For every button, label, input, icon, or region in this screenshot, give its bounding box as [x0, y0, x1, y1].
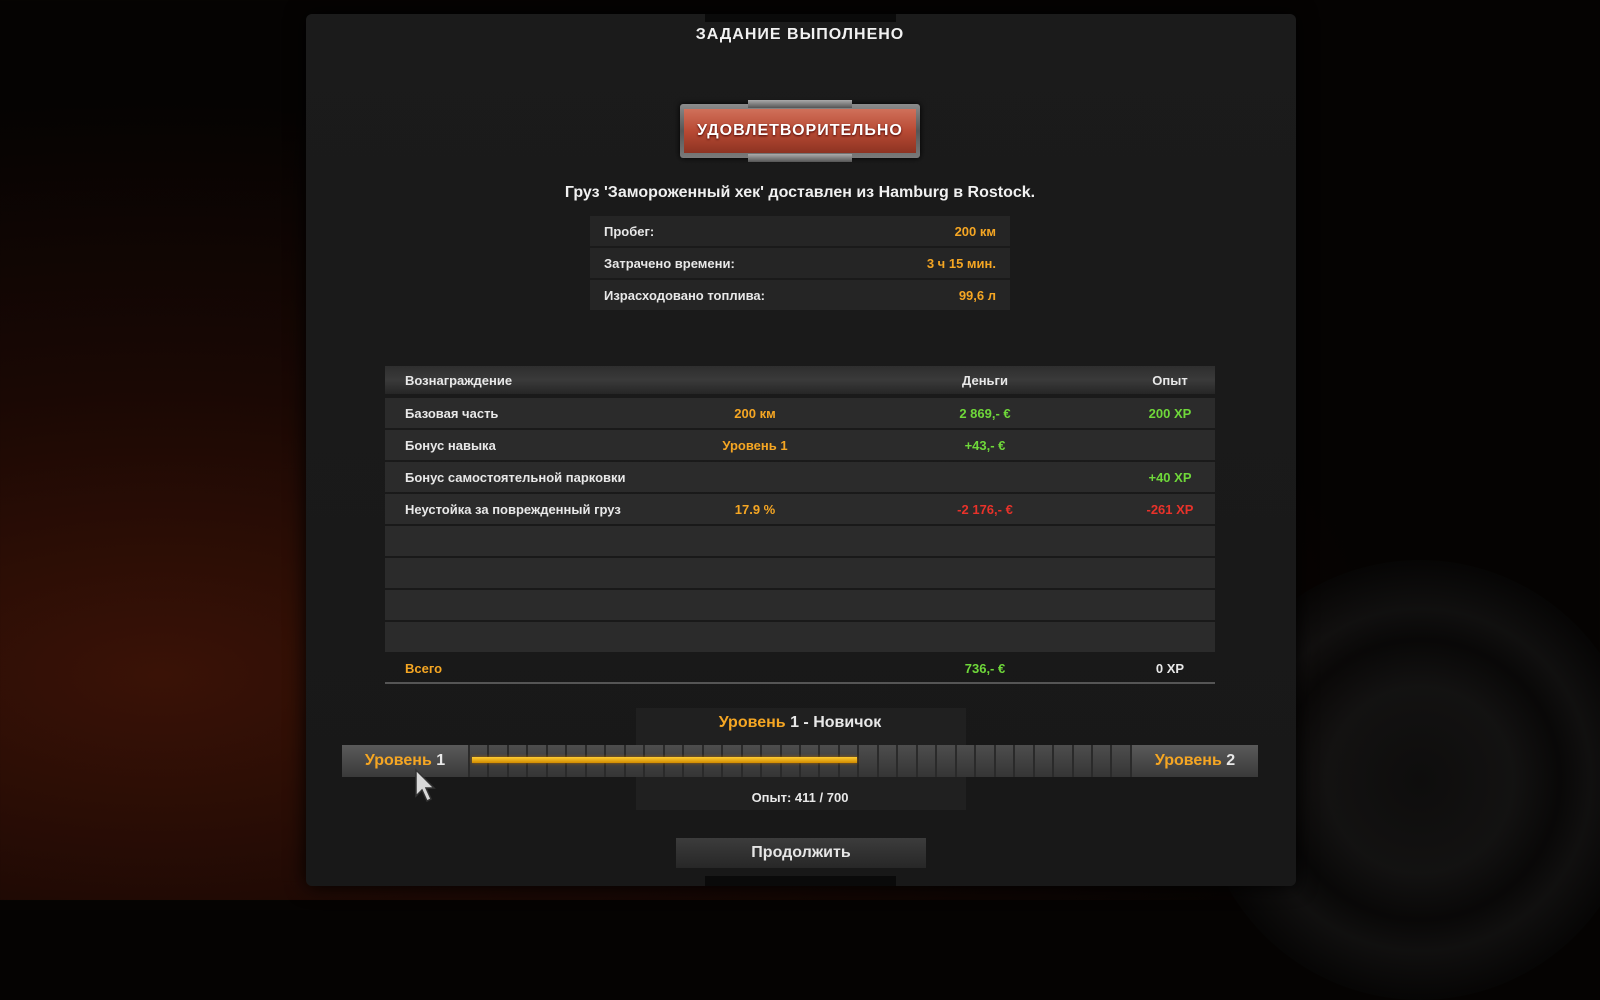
reward-name: Бонус самостоятельной парковки: [405, 469, 626, 485]
trip-stats: Пробег: 200 км Затрачено времени: 3 ч 15…: [590, 216, 1010, 312]
next-level-number: 2: [1226, 752, 1236, 769]
reward-name: Бонус навыка: [405, 437, 496, 453]
rating-label: УДОВЛЕТВОРИТЕЛЬНО: [684, 109, 916, 153]
xp-text: Опыт: 411 / 700: [751, 790, 849, 805]
cargo-delivery-text: Груз 'Замороженный хек' доставлен из Ham…: [564, 184, 1036, 201]
reward-detail: Уровень 1: [722, 437, 788, 453]
xp-segment: [1034, 745, 1053, 777]
table-row: Бонус навыка Уровень 1 +43,- €: [385, 430, 1215, 460]
xp-segment: [898, 745, 916, 777]
reward-money: +43,- €: [964, 437, 1006, 453]
panel-top-tab: [705, 14, 896, 22]
rating-clip-bottom: [748, 154, 852, 162]
table-row: Базовая часть 200 км 2 869,- € 200 XP: [385, 398, 1215, 428]
xp-segment: [1112, 745, 1130, 777]
xp-segment: [859, 745, 877, 777]
xp-segment: [917, 745, 936, 777]
empty-row: [385, 526, 1215, 556]
reward-money: 2 869,- €: [959, 405, 1011, 421]
current-level-label: Уровень 1: [342, 745, 468, 777]
xp-segment: [1015, 745, 1033, 777]
stat-value: 200 км: [954, 223, 996, 239]
rewards-total-row: Всего 736,- € 0 XP: [385, 654, 1215, 684]
empty-row: [385, 622, 1215, 652]
empty-row: [385, 590, 1215, 620]
page-title: ЗАДАНИЕ ВЫПОЛНЕНО: [695, 26, 905, 43]
header-money: Деньги: [962, 372, 1008, 388]
total-xp: 0 XP: [1155, 660, 1185, 676]
total-label: Всего: [405, 660, 443, 676]
continue-button[interactable]: Продолжить: [676, 838, 926, 868]
table-row: Бонус самостоятельной парковки +40 XP: [385, 462, 1215, 492]
xp-segment: [1073, 745, 1091, 777]
xp-segment: [1093, 745, 1111, 777]
level-title: Уровень 1 - Новичок: [0, 714, 1600, 732]
xp-progress-fill: [472, 757, 857, 763]
stat-label: Пробег:: [604, 223, 655, 239]
stat-row-time: Затрачено времени: 3 ч 15 мин.: [590, 248, 1010, 278]
xp-segment: [937, 745, 955, 777]
level-title-rank: - Новичок: [798, 714, 882, 731]
level-title-word: Уровень: [718, 714, 786, 731]
stat-label: Затрачено времени:: [604, 255, 735, 271]
rewards-header: Вознаграждение Деньги Опыт: [385, 366, 1215, 394]
stat-value: 99,6 л: [958, 287, 996, 303]
stat-row-fuel: Израсходовано топлива: 99,6 л: [590, 280, 1010, 310]
empty-row: [385, 558, 1215, 588]
next-level-label: Уровень 2: [1132, 745, 1258, 777]
xp-segment: [995, 745, 1014, 777]
stat-row-distance: Пробег: 200 км: [590, 216, 1010, 246]
level-title-number: 1: [790, 714, 799, 731]
reward-name: Базовая часть: [405, 405, 499, 421]
reward-detail: 17.9 %: [734, 501, 776, 517]
xp-segment: [1054, 745, 1072, 777]
rating-clip-top: [748, 100, 852, 108]
reward-xp: -261 XP: [1146, 501, 1194, 517]
rewards-table: Вознаграждение Деньги Опыт Базовая часть…: [385, 366, 1215, 684]
total-money: 736,- €: [964, 660, 1006, 676]
stat-label: Израсходовано топлива:: [604, 287, 765, 303]
reward-detail: 200 км: [734, 405, 776, 421]
rating-badge: УДОВЛЕТВОРИТЕЛЬНО: [680, 100, 920, 162]
reward-money: -2 176,- €: [957, 501, 1013, 517]
next-level-word: Уровень: [1154, 752, 1222, 769]
xp-segment: [976, 745, 994, 777]
reward-xp: 200 XP: [1148, 405, 1192, 421]
stat-value: 3 ч 15 мин.: [926, 255, 996, 271]
reward-xp: +40 XP: [1148, 469, 1192, 485]
reward-name: Неустойка за поврежденный груз: [405, 501, 621, 517]
table-row: Неустойка за поврежденный груз 17.9 % -2…: [385, 494, 1215, 524]
panel-bottom-tab: [705, 876, 896, 886]
mouse-cursor-icon: [415, 768, 436, 803]
header-reward: Вознаграждение: [405, 372, 513, 388]
header-xp: Опыт: [1152, 372, 1188, 388]
xp-segment: [956, 745, 975, 777]
xp-segment: [878, 745, 897, 777]
